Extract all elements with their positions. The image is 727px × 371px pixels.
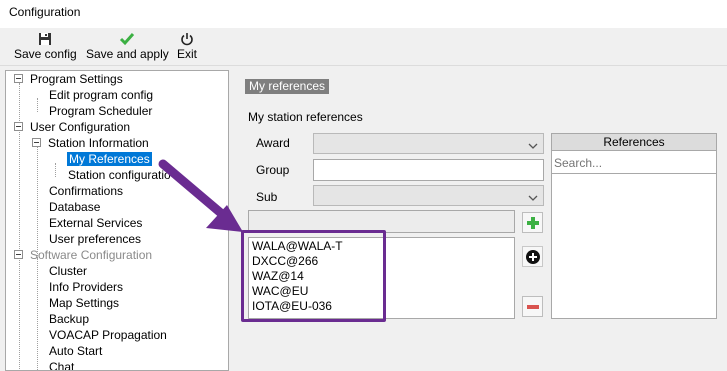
tree-label: Confirmations [49,184,124,198]
tree-label: Software Configuration [30,248,153,262]
checkmark-icon [86,30,168,47]
tree-node-program-scheduler[interactable]: Program Scheduler [49,103,152,119]
save-and-apply-label: Save and apply [86,47,169,61]
tree-node-program-settings[interactable]: Program Settings [12,71,123,87]
tree-node-edit-program-config[interactable]: Edit program config [49,87,153,103]
tree-label: Backup [49,312,90,326]
tree-label: External Services [49,216,143,230]
tree-node-user-preferences[interactable]: User preferences [49,231,141,247]
floppy-disk-icon [14,30,76,47]
tree-label: Database [49,200,101,214]
tree-label: Auto Start [49,344,103,358]
award-label: Award [256,136,290,150]
power-icon [176,30,198,47]
tree-node-software-configuration[interactable]: Software Configuration [12,247,152,263]
tree-line [55,163,56,177]
collapse-icon[interactable] [14,74,23,83]
exit-label: Exit [176,47,197,61]
sub-label: Sub [256,190,278,204]
tree-node-station-information[interactable]: Station Information [30,135,149,151]
tree-node-confirmations[interactable]: Confirmations [49,183,123,199]
tree-label: Chat [49,360,75,371]
window-title: Configuration [9,5,81,19]
tree-node-database[interactable]: Database [49,199,100,215]
tree-label: User preferences [49,232,142,246]
tree-node-my-references[interactable]: My References [67,151,152,167]
section-heading: My station references [248,110,363,124]
tree-line [37,98,38,112]
tree-node-station-configuration[interactable]: Station configuratio [68,167,171,183]
tree-label: Cluster [49,264,88,278]
collapse-icon[interactable] [14,122,23,131]
tree-label: VOACAP Propagation [49,328,167,342]
tree-node-cluster[interactable]: Cluster [49,263,87,279]
tree-label: User Configuration [30,120,131,134]
references-header: References [552,134,716,151]
group-label: Group [256,163,290,177]
tree-node-external-services[interactable]: External Services [49,215,142,231]
save-config-label: Save config [14,47,77,61]
tree-label: Info Providers [49,280,124,294]
remove-reference-button[interactable] [522,296,543,317]
exit-button[interactable]: Exit [176,30,198,64]
tree-label: Program Settings [30,72,123,86]
tree-label: My References [67,152,152,166]
tree-node-map-settings[interactable]: Map Settings [49,295,119,311]
award-dropdown[interactable] [313,133,544,154]
save-config-button[interactable]: Save config [14,30,77,64]
tree-node-backup[interactable]: Backup [49,311,89,327]
title-bar: Configuration [0,0,727,28]
tree-line [37,258,38,370]
tree-label: Map Settings [49,296,120,310]
save-and-apply-button[interactable]: Save and apply [86,30,169,64]
chevron-down-icon [528,191,538,205]
tree-label: Station configuratio [68,168,171,182]
panel-title-tag: My references [245,79,330,94]
collapse-icon[interactable] [14,250,23,259]
plus-circle-icon [525,249,541,268]
plus-icon [526,216,540,233]
tree-label: Station Information [48,136,149,150]
settings-tree[interactable]: Program Settings Edit program config Pro… [5,70,229,371]
sub-dropdown[interactable] [313,185,544,206]
chevron-down-icon [528,139,538,153]
group-field[interactable] [313,159,544,181]
tree-node-info-providers[interactable]: Info Providers [49,279,123,295]
tree-node-auto-start[interactable]: Auto Start [49,343,102,359]
add-circle-button[interactable] [522,246,543,267]
tree-label: Edit program config [49,88,154,102]
tree-label: Program Scheduler [49,104,153,118]
tree-node-voacap-propagation[interactable]: VOACAP Propagation [49,327,167,343]
tree-node-user-configuration[interactable]: User Configuration [12,119,130,135]
minus-icon [526,300,540,317]
collapse-icon[interactable] [32,138,41,147]
add-reference-button[interactable] [522,212,543,233]
tree-node-chat[interactable]: Chat [49,359,75,371]
toolbar: Save config Save and apply Exit [0,28,727,66]
references-search-input[interactable] [552,152,716,174]
annotation-highlight-box [241,230,386,322]
references-panel: References [551,133,717,319]
